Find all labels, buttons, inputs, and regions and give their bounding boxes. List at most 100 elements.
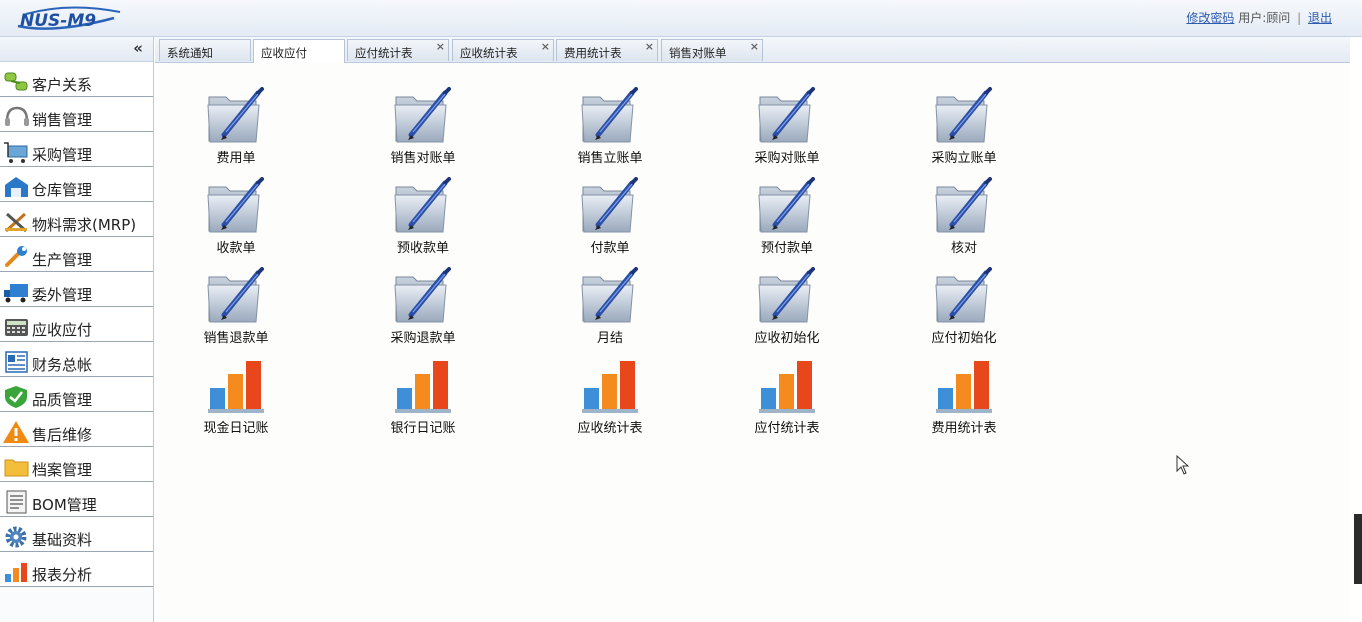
- scrollbar-thumb[interactable]: [1354, 514, 1362, 584]
- warehouse-icon: [5, 177, 28, 197]
- sidebar-item-archives[interactable]: 档案管理: [0, 447, 153, 482]
- module-payables-stats[interactable]: 应付统计表: [712, 357, 862, 443]
- folder-pen-icon: [393, 87, 453, 145]
- module-label: 应收初始化: [754, 331, 820, 346]
- sidebar-item-mrp[interactable]: 物料需求(MRP): [0, 202, 153, 237]
- bar-chart-icon: [393, 357, 453, 415]
- folder-pen-icon: [934, 177, 994, 235]
- sidebar-item-label: 客户关系: [32, 76, 93, 94]
- module-receivables-stats[interactable]: 应收统计表: [535, 357, 685, 443]
- module-advance-receipt[interactable]: 预收款单: [348, 177, 498, 263]
- tab-system-notice[interactable]: 系统通知: [159, 39, 251, 61]
- module-label: 采购立账单: [931, 151, 997, 166]
- close-icon[interactable]: ×: [750, 40, 759, 53]
- module-label: 应付初始化: [931, 331, 997, 346]
- sidebar-item-label: 采购管理: [32, 146, 93, 164]
- folder-pen-icon: [580, 177, 640, 235]
- module-receivables-init[interactable]: 应收初始化: [712, 267, 862, 353]
- folder-pen-icon: [580, 267, 640, 325]
- module-payment[interactable]: 付款单: [535, 177, 685, 263]
- sidebar-item-label: 报表分析: [32, 566, 93, 584]
- sidebar-item-label: 仓库管理: [32, 181, 93, 199]
- sidebar-item-basic-data[interactable]: 基础资料: [0, 517, 153, 552]
- tab-sales-statement[interactable]: 销售对账单 ×: [661, 39, 763, 61]
- folder-icon: [4, 459, 29, 477]
- sidebar-item-production[interactable]: 生产管理: [0, 237, 153, 272]
- module-label: 应付统计表: [754, 421, 820, 436]
- sidebar-item-quality[interactable]: 品质管理: [0, 377, 153, 412]
- folder-pen-icon: [934, 267, 994, 325]
- headset-icon: [5, 106, 29, 126]
- module-purchase-statement[interactable]: 采购对账单: [712, 87, 862, 173]
- module-purchase-refund[interactable]: 采购退款单: [348, 267, 498, 353]
- sidebar-item-label: 销售管理: [32, 111, 93, 129]
- module-expense-stats[interactable]: 费用统计表: [889, 357, 1039, 443]
- tab-label: 费用统计表: [564, 46, 622, 60]
- module-expense-voucher[interactable]: 费用单: [161, 87, 311, 173]
- bar-chart-icon: [934, 357, 994, 415]
- sidebar-item-receivables-payables[interactable]: 应收应付: [0, 307, 153, 342]
- tab-payables-stats[interactable]: 应付统计表 ×: [347, 39, 449, 61]
- close-icon[interactable]: ×: [436, 40, 445, 53]
- module-month-end[interactable]: 月结: [535, 267, 685, 353]
- module-sales-account-entry[interactable]: 销售立账单: [535, 87, 685, 173]
- sidebar-item-after-sales[interactable]: 售后维修: [0, 412, 153, 447]
- module-payables-init[interactable]: 应付初始化: [889, 267, 1039, 353]
- bar-chart-icon: [206, 357, 266, 415]
- svg-text:NUS-M9: NUS-M9: [20, 11, 96, 31]
- close-icon[interactable]: ×: [541, 40, 550, 53]
- mouse-pointer-icon: [1176, 455, 1190, 475]
- module-label: 付款单: [590, 241, 630, 256]
- warning-icon: [3, 421, 29, 443]
- folder-pen-icon: [206, 87, 266, 145]
- change-password-link[interactable]: 修改密码: [1186, 11, 1234, 25]
- folder-pen-icon: [757, 177, 817, 235]
- close-icon[interactable]: ×: [645, 40, 654, 53]
- sidebar-item-warehouse[interactable]: 仓库管理: [0, 167, 153, 202]
- wrench-icon: [5, 246, 27, 267]
- folder-pen-icon: [206, 267, 266, 325]
- folder-pen-icon: [206, 177, 266, 235]
- tab-bar: 系统通知 应收应付 应付统计表 × 应收统计表 × 费用统计表 × 销售对账单 …: [155, 37, 1350, 63]
- module-label: 销售退款单: [203, 331, 269, 346]
- cart-icon: [4, 142, 28, 163]
- module-label: 月结: [596, 331, 623, 346]
- module-purchase-account-entry[interactable]: 采购立账单: [889, 87, 1039, 173]
- module-label: 核对: [950, 241, 977, 256]
- link-separator: |: [1297, 11, 1302, 25]
- tab-expense-stats[interactable]: 费用统计表 ×: [556, 39, 658, 61]
- app-header: NUS-M9 修改密码 用户:顾问 | 退出: [0, 0, 1362, 37]
- logout-link[interactable]: 退出: [1308, 11, 1332, 25]
- sidebar-item-report-analysis[interactable]: 报表分析: [0, 552, 153, 587]
- folder-pen-icon: [393, 267, 453, 325]
- sidebar-item-label: 品质管理: [32, 391, 93, 409]
- folder-pen-icon: [934, 87, 994, 145]
- sidebar-item-purchasing[interactable]: 采购管理: [0, 132, 153, 167]
- sidebar-item-bom[interactable]: BOM管理: [0, 482, 153, 517]
- sidebar-item-general-ledger[interactable]: 财务总帐: [0, 342, 153, 377]
- sidebar-item-sales[interactable]: 销售管理: [0, 97, 153, 132]
- sidebar-item-label: BOM管理: [32, 496, 97, 514]
- customer-relations-icon: [4, 72, 28, 91]
- module-advance-payment[interactable]: 预付款单: [712, 177, 862, 263]
- shield-check-icon: [5, 386, 27, 408]
- module-sales-refund[interactable]: 销售退款单: [161, 267, 311, 353]
- sidebar-item-label: 售后维修: [32, 426, 93, 444]
- module-label: 费用单: [216, 151, 256, 166]
- module-cash-journal[interactable]: 现金日记账: [161, 357, 311, 443]
- sidebar-item-label: 物料需求(MRP): [32, 216, 137, 234]
- tab-receivables-stats[interactable]: 应收统计表 ×: [452, 39, 554, 61]
- sidebar-collapse-bar: «: [0, 37, 153, 62]
- tab-receivables-payables[interactable]: 应收应付: [253, 39, 345, 63]
- collapse-icon[interactable]: «: [133, 39, 143, 57]
- module-reconcile[interactable]: 核对: [889, 177, 1039, 263]
- module-sales-statement[interactable]: 销售对账单: [348, 87, 498, 173]
- tab-label: 应收统计表: [460, 46, 518, 60]
- tools-icon: [4, 212, 28, 233]
- folder-pen-icon: [757, 87, 817, 145]
- module-receipt[interactable]: 收款单: [161, 177, 311, 263]
- tab-label: 系统通知: [167, 46, 213, 60]
- module-bank-journal[interactable]: 银行日记账: [348, 357, 498, 443]
- sidebar-item-customer-relations[interactable]: 客户关系: [0, 62, 153, 97]
- sidebar-item-outsourcing[interactable]: 委外管理: [0, 272, 153, 307]
